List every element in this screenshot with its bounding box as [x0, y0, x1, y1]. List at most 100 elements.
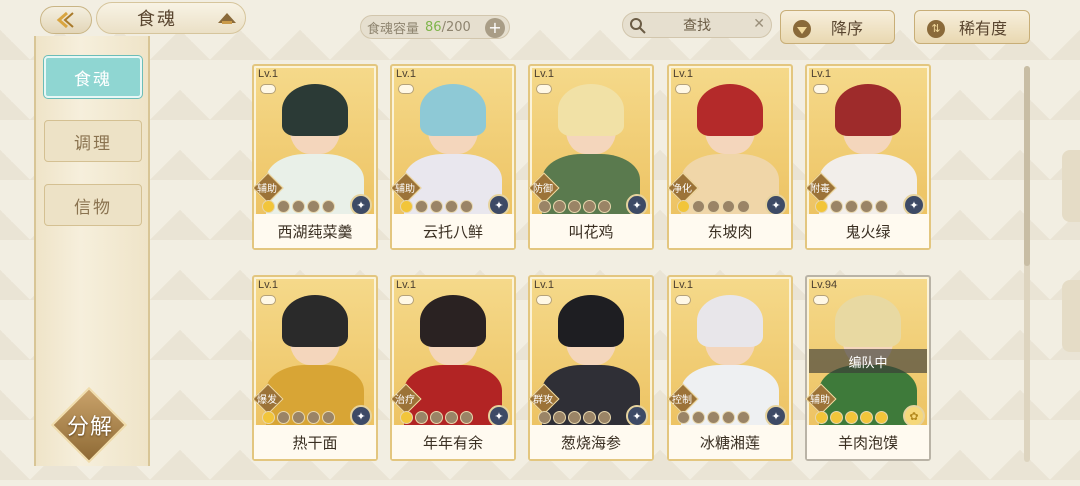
capacity-current: 86: [425, 19, 442, 35]
star-icon: [322, 200, 335, 213]
element-badge-icon: ✦: [903, 194, 925, 216]
role-badge: 防御: [530, 174, 556, 200]
type-icon: [536, 84, 552, 94]
search-field[interactable]: 查找 ✕: [622, 12, 772, 38]
scrollbar-thumb[interactable]: [1024, 66, 1030, 266]
star-icon: [860, 200, 873, 213]
star-icon: [598, 200, 611, 213]
scrollbar[interactable]: [1024, 66, 1030, 462]
card-level: Lv.94: [811, 279, 838, 291]
element-badge-icon: ✦: [350, 405, 372, 427]
element-badge-icon: ✦: [765, 194, 787, 216]
food-soul-card[interactable]: Lv.1 控制 ✦ 冰糖湘莲: [667, 275, 793, 461]
star-icon: [677, 200, 690, 213]
card-name: 冰糖湘莲: [669, 425, 791, 459]
role-label: 附毒: [810, 183, 830, 195]
sort-order-label: 降序: [831, 19, 864, 38]
star-icon: [292, 200, 305, 213]
portrait-hair: [835, 84, 901, 136]
type-icon: [813, 295, 829, 305]
star-rating: [400, 200, 473, 213]
capacity-max: /200: [441, 19, 471, 35]
star-icon: [830, 200, 843, 213]
star-rating: [538, 411, 611, 424]
role-badge: 群攻: [530, 385, 556, 411]
element-badge-icon: ✦: [488, 194, 510, 216]
search-label: 查找: [683, 18, 711, 34]
type-icon: [260, 295, 276, 305]
portrait-hair: [558, 84, 624, 136]
back-button[interactable]: [40, 6, 92, 34]
role-badge: 治疗: [392, 385, 418, 411]
star-icon: [583, 411, 596, 424]
food-soul-card[interactable]: Lv.94 辅助 ✿ 羊肉泡馍 编队中: [805, 275, 931, 461]
food-soul-card[interactable]: Lv.1 爆发 ✦ 热干面: [252, 275, 378, 461]
food-soul-card[interactable]: Lv.1 治疗 ✦ 年年有余: [390, 275, 516, 461]
decompose-button[interactable]: 分解: [48, 386, 132, 464]
element-badge-icon: ✦: [488, 405, 510, 427]
star-icon: [583, 200, 596, 213]
star-icon: [845, 411, 858, 424]
star-icon: [415, 200, 428, 213]
sort-swap-icon: ⇅: [927, 20, 945, 38]
card-name: 云托八鲜: [392, 214, 514, 248]
star-icon: [677, 411, 690, 424]
star-icon: [445, 200, 458, 213]
food-soul-card[interactable]: Lv.1 防御 ✦ 叫花鸡: [528, 64, 654, 250]
star-icon: [553, 200, 566, 213]
sort-order-button[interactable]: 降序: [780, 10, 895, 44]
clear-search-icon[interactable]: ✕: [753, 16, 765, 32]
card-name: 东坡肉: [669, 214, 791, 248]
element-badge-icon: ✿: [903, 405, 925, 427]
role-badge: 辅助: [392, 174, 418, 200]
type-icon: [398, 84, 414, 94]
edge-handle[interactable]: [1062, 150, 1080, 222]
food-soul-card[interactable]: Lv.1 辅助 ✦ 云托八鲜: [390, 64, 516, 250]
star-icon: [415, 411, 428, 424]
star-icon: [538, 200, 551, 213]
star-rating: [538, 200, 611, 213]
star-rating: [262, 200, 335, 213]
sidebar-tab-conditioning[interactable]: 调理: [44, 120, 142, 162]
star-icon: [692, 411, 705, 424]
card-level: Lv.1: [673, 68, 693, 80]
card-level: Lv.1: [534, 68, 554, 80]
star-icon: [568, 411, 581, 424]
food-soul-card[interactable]: Lv.1 群攻 ✦ 葱烧海参: [528, 275, 654, 461]
card-name: 葱烧海参: [530, 425, 652, 459]
role-label: 爆发: [257, 394, 277, 406]
star-icon: [400, 200, 413, 213]
star-icon: [538, 411, 551, 424]
portrait-hair: [697, 84, 763, 136]
food-soul-card[interactable]: Lv.1 辅助 ✦ 西湖莼菜羹: [252, 64, 378, 250]
capacity-display: 食魂容量 86 /200 +: [360, 15, 510, 39]
star-icon: [875, 200, 888, 213]
food-soul-card[interactable]: Lv.1 附毒 ✦ 鬼火绿: [805, 64, 931, 250]
star-icon: [445, 411, 458, 424]
role-badge: 净化: [669, 174, 695, 200]
portrait-hair: [282, 84, 348, 136]
sidebar-tab-tokens[interactable]: 信物: [44, 184, 142, 226]
edge-handle[interactable]: [1062, 280, 1080, 352]
portrait-hair: [420, 295, 486, 347]
type-icon: [675, 295, 691, 305]
hat-icon[interactable]: [216, 10, 238, 26]
star-icon: [815, 200, 828, 213]
role-label: 辅助: [395, 183, 415, 195]
role-label: 净化: [672, 183, 692, 195]
star-icon: [400, 411, 413, 424]
star-rating: [815, 200, 888, 213]
top-bar: 食魂 食魂容量 86 /200 + 查找 ✕ 降序 ⇅ 稀有度: [0, 0, 1080, 48]
role-badge: 辅助: [807, 385, 833, 411]
rarity-sort-button[interactable]: ⇅ 稀有度: [914, 10, 1030, 44]
card-level: Lv.1: [811, 68, 831, 80]
sidebar-tab-food-souls[interactable]: 食魂: [44, 56, 142, 98]
food-soul-card[interactable]: Lv.1 净化 ✦ 东坡肉: [667, 64, 793, 250]
portrait-hair: [697, 295, 763, 347]
star-icon: [707, 200, 720, 213]
star-icon: [568, 200, 581, 213]
capacity-add-button[interactable]: +: [485, 18, 505, 38]
role-label: 防御: [533, 183, 553, 195]
role-label: 辅助: [257, 183, 277, 195]
type-icon: [260, 84, 276, 94]
